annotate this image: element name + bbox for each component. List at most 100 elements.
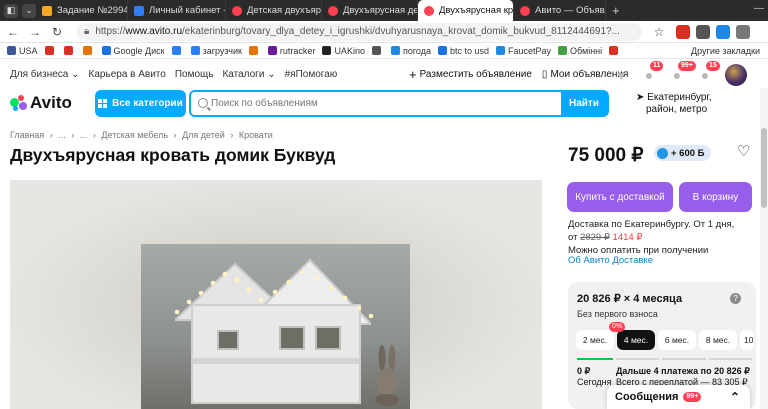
breadcrumb-item[interactable]: ...	[80, 130, 88, 140]
link-catalogs[interactable]: Каталоги ⌄	[222, 69, 275, 80]
search-input[interactable]	[191, 92, 561, 115]
bookmark-item[interactable]	[82, 46, 95, 55]
link-help[interactable]: Помощь	[175, 69, 214, 80]
browser-tab[interactable]: Авито — Объявле	[514, 0, 606, 21]
bookmark-item[interactable]	[609, 46, 621, 55]
bookmark-item[interactable]: погода	[390, 46, 431, 56]
avito-logo[interactable]: Avito	[10, 93, 72, 113]
new-tab-icon[interactable]: +	[612, 3, 620, 18]
bookmark-item[interactable]	[171, 46, 184, 55]
tab-favicon-icon	[328, 5, 338, 16]
bookmark-icon	[248, 46, 258, 55]
extension-icon[interactable]	[676, 24, 690, 39]
url-prefix: https://	[95, 26, 126, 37]
pay-later-amount: Дальше 4 платежа по 20 826 ₽	[616, 366, 750, 376]
about-delivery-link[interactable]: Об Авито Доставке	[568, 255, 653, 266]
browser-menu-button[interactable]: ◧	[4, 3, 18, 18]
bookmark-item[interactable]: UAKino	[322, 46, 365, 56]
info-icon[interactable]: ?	[730, 293, 741, 304]
find-button[interactable]: Найти	[561, 92, 607, 115]
bookmark-item[interactable]	[248, 46, 261, 55]
bookmark-item[interactable]: Google Диск	[101, 46, 165, 56]
extension-icon[interactable]	[696, 24, 710, 39]
link-for-business[interactable]: Для бизнеса ⌄	[10, 69, 80, 80]
notifications-bell-icon[interactable]: ● 99+	[669, 61, 696, 83]
house-window	[315, 326, 341, 350]
add-to-cart-button[interactable]: В корзину	[679, 182, 752, 212]
post-ad-link[interactable]: + Разместить объявление	[409, 67, 532, 82]
buy-with-delivery-button[interactable]: Купить с доставкой	[567, 182, 673, 212]
url-field[interactable]: 🔒︎ https:// www.avito.ru /ekaterinburg/t…	[76, 22, 642, 41]
term-option[interactable]: 2 мес.	[576, 330, 614, 350]
bookmark-item[interactable]: загрузчик	[190, 46, 242, 56]
location-selector[interactable]: ➤︎ Екатеринбург, район, метро	[636, 92, 712, 116]
search-icon	[198, 98, 208, 108]
minimize-icon[interactable]: —	[754, 3, 764, 14]
tab-label: Двухъярусная детск	[343, 5, 418, 16]
breadcrumb-item[interactable]: ...	[58, 130, 66, 140]
browser-tab-strip: ◧ ⌄ Задание №2994190 Личный кабинет - Об…	[0, 0, 768, 21]
breadcrumb-separator: ›	[49, 130, 53, 140]
bookmark-icon	[101, 46, 111, 55]
browser-tab-active[interactable]: Двухъярусная кро ✕	[418, 0, 514, 21]
cart-icon[interactable]: ● 15	[697, 61, 720, 83]
breadcrumb-item[interactable]: Главная	[10, 130, 44, 140]
bunny-figurine	[375, 345, 399, 406]
favorites-heart-icon[interactable]: ♥	[613, 67, 629, 83]
bookmark-item[interactable]: FaucetPay	[496, 46, 551, 56]
bookmark-item[interactable]: USA	[7, 46, 38, 56]
bookmark-item[interactable]: rutracker	[267, 46, 315, 56]
bookmark-item[interactable]: Обмінні	[558, 46, 602, 56]
breadcrumb-separator: ›	[71, 130, 75, 140]
bookmark-star-icon[interactable]: ☆	[650, 25, 668, 39]
link-help-tag[interactable]: #яПомогаю	[285, 69, 338, 80]
term-label: 4 мес.	[623, 335, 649, 345]
add-to-favorites-heart-icon[interactable]: ♡	[737, 142, 750, 160]
extension-icon[interactable]	[736, 24, 750, 39]
bookmark-item[interactable]	[44, 46, 57, 55]
bookmark-item[interactable]	[63, 46, 76, 55]
messages-widget[interactable]: Сообщения 99+ ⌃	[607, 385, 750, 409]
bookmark-icon	[63, 46, 73, 55]
breadcrumb-item[interactable]: Кровати	[239, 130, 273, 140]
tab-search-button[interactable]: ⌄	[22, 3, 36, 18]
user-avatar[interactable]	[725, 64, 747, 86]
delivery-new-price: 1414 ₽	[612, 232, 643, 243]
payment-progress	[577, 358, 752, 360]
tab-label: Детская двухъярусн	[247, 5, 321, 16]
tab-favicon-icon	[232, 5, 242, 16]
browser-tab[interactable]: Детская двухъярусн	[226, 0, 322, 21]
messages-label: Сообщения	[615, 391, 679, 403]
extension-icon[interactable]	[716, 24, 730, 39]
back-icon[interactable]: ←	[4, 25, 22, 39]
breadcrumb-item[interactable]: Для детей	[182, 130, 225, 140]
link-career[interactable]: Карьера в Авито	[89, 69, 166, 80]
bonus-badge[interactable]: + 600 Б	[654, 145, 711, 161]
bookmark-item[interactable]	[371, 46, 384, 55]
tab-favicon-icon	[520, 5, 530, 16]
breadcrumb-item[interactable]: Детская мебель	[101, 130, 168, 140]
image-gallery[interactable]	[10, 180, 542, 409]
listing-photo[interactable]	[141, 244, 410, 409]
browser-tab[interactable]: Задание №2994190	[36, 0, 128, 21]
bookmark-icon	[558, 46, 568, 55]
bookmark-icon	[44, 46, 54, 55]
browser-tab[interactable]: Двухъярусная детск	[322, 0, 418, 21]
breadcrumb-separator: ›	[230, 130, 234, 140]
term-option[interactable]: 8 мес.	[699, 330, 737, 350]
other-bookmarks[interactable]: Другие закладки	[691, 46, 760, 56]
scrollbar-thumb[interactable]	[761, 128, 767, 208]
term-option[interactable]: 10	[740, 330, 754, 350]
browser-tab[interactable]: Личный кабинет - Об	[128, 0, 226, 21]
url-path: /ekaterinburg/tovary_dlya_detey_i_igrush…	[182, 26, 620, 37]
reload-icon[interactable]: ↻	[48, 25, 66, 39]
house-window	[217, 330, 239, 350]
chevron-up-icon[interactable]: ⌃	[730, 390, 740, 404]
page-scrollbar[interactable]	[760, 88, 768, 409]
term-option-selected[interactable]: 4 мес. 0%	[609, 322, 655, 350]
forward-icon[interactable]: →	[26, 25, 44, 39]
bookmark-item[interactable]: btc to usd	[437, 46, 489, 56]
all-categories-button[interactable]: Все категории	[95, 90, 186, 117]
term-option[interactable]: 6 мес.	[658, 330, 696, 350]
messages-icon[interactable]: ● 11	[641, 61, 664, 83]
